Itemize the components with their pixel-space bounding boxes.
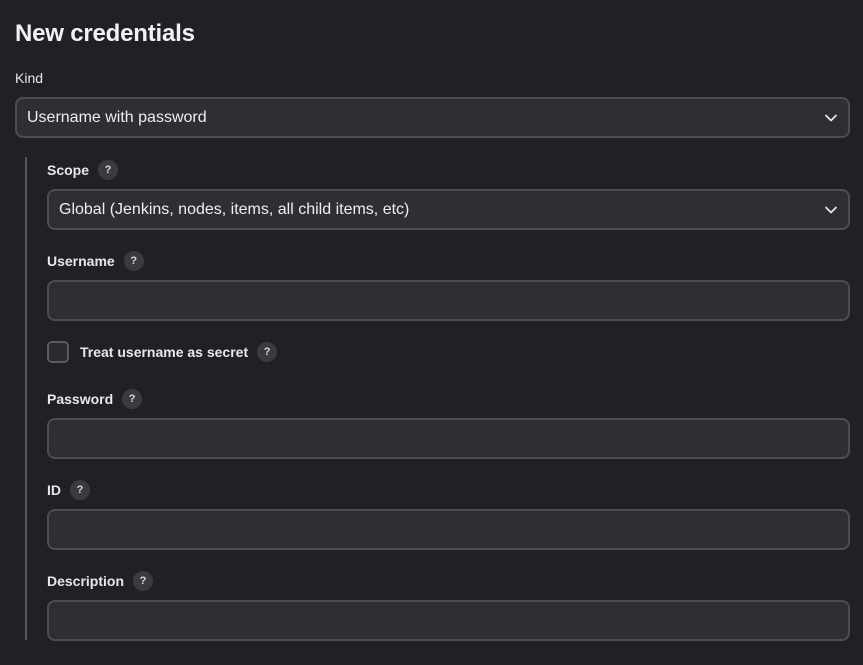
password-label-text: Password (47, 391, 114, 407)
username-help-icon[interactable]: ? (123, 251, 144, 271)
treat-username-secret-help-icon[interactable]: ? (257, 342, 278, 362)
scope-selected-value: Global (Jenkins, nodes, items, all child… (59, 200, 410, 218)
id-help-icon[interactable]: ? (70, 480, 90, 500)
scope-label: Scope ? (47, 160, 119, 180)
username-input[interactable] (47, 280, 850, 321)
id-input[interactable] (47, 509, 850, 550)
description-help-icon[interactable]: ? (133, 571, 154, 591)
kind-selected-value: Username with password (27, 108, 207, 126)
scope-label-text: Scope (47, 162, 90, 178)
username-label: Username ? (47, 251, 144, 271)
kind-select[interactable]: Username with password (15, 97, 850, 138)
scope-help-icon[interactable]: ? (98, 160, 119, 180)
password-label: Password ? (47, 389, 143, 409)
description-label-text: Description (47, 573, 125, 589)
password-input[interactable] (47, 418, 850, 459)
treat-username-secret-row: Treat username as secret ? (47, 341, 278, 363)
id-label: ID ? (47, 480, 90, 500)
treat-username-secret-label[interactable]: Treat username as secret (80, 344, 248, 360)
new-credentials-page: New credentials Kind Username with passw… (0, 0, 863, 665)
id-label-text: ID (47, 482, 61, 498)
treat-username-secret-checkbox[interactable] (47, 341, 69, 363)
password-help-icon[interactable]: ? (122, 389, 143, 409)
nested-section-divider (25, 157, 27, 640)
chevron-down-icon (825, 206, 837, 213)
description-input[interactable] (47, 600, 850, 641)
kind-label: Kind (15, 70, 44, 86)
description-label: Description ? (47, 571, 154, 591)
username-label-text: Username (47, 253, 115, 269)
page-title: New credentials (15, 20, 195, 47)
chevron-down-icon (825, 114, 837, 121)
scope-select[interactable]: Global (Jenkins, nodes, items, all child… (47, 189, 850, 230)
